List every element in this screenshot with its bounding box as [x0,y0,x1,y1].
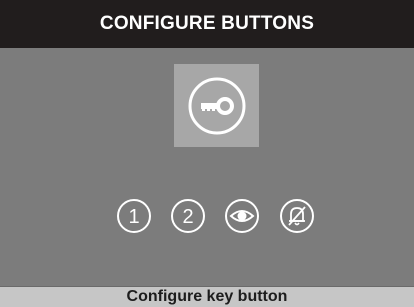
eye-button[interactable] [223,197,261,235]
number-two-icon: 2 [171,199,205,233]
eye-icon [225,199,259,233]
key-icon [188,77,245,134]
number-one-icon: 1 [117,199,151,233]
status-text: Configure key button [126,288,288,305]
button-1[interactable]: 1 [115,197,153,235]
title-bar: CONFIGURE BUTTONS [0,0,414,48]
button-2-label: 2 [182,206,193,228]
selected-key-button[interactable] [174,64,259,147]
bell-off-icon [280,199,314,233]
status-bar: Configure key button [0,286,414,307]
configure-buttons-screen: CONFIGURE BUTTONS 1 2 Configure key butt… [0,0,414,307]
button-1-label: 1 [128,206,139,228]
page-title: CONFIGURE BUTTONS [99,13,315,34]
bell-off-button[interactable] [278,197,316,235]
button-2[interactable]: 2 [169,197,207,235]
